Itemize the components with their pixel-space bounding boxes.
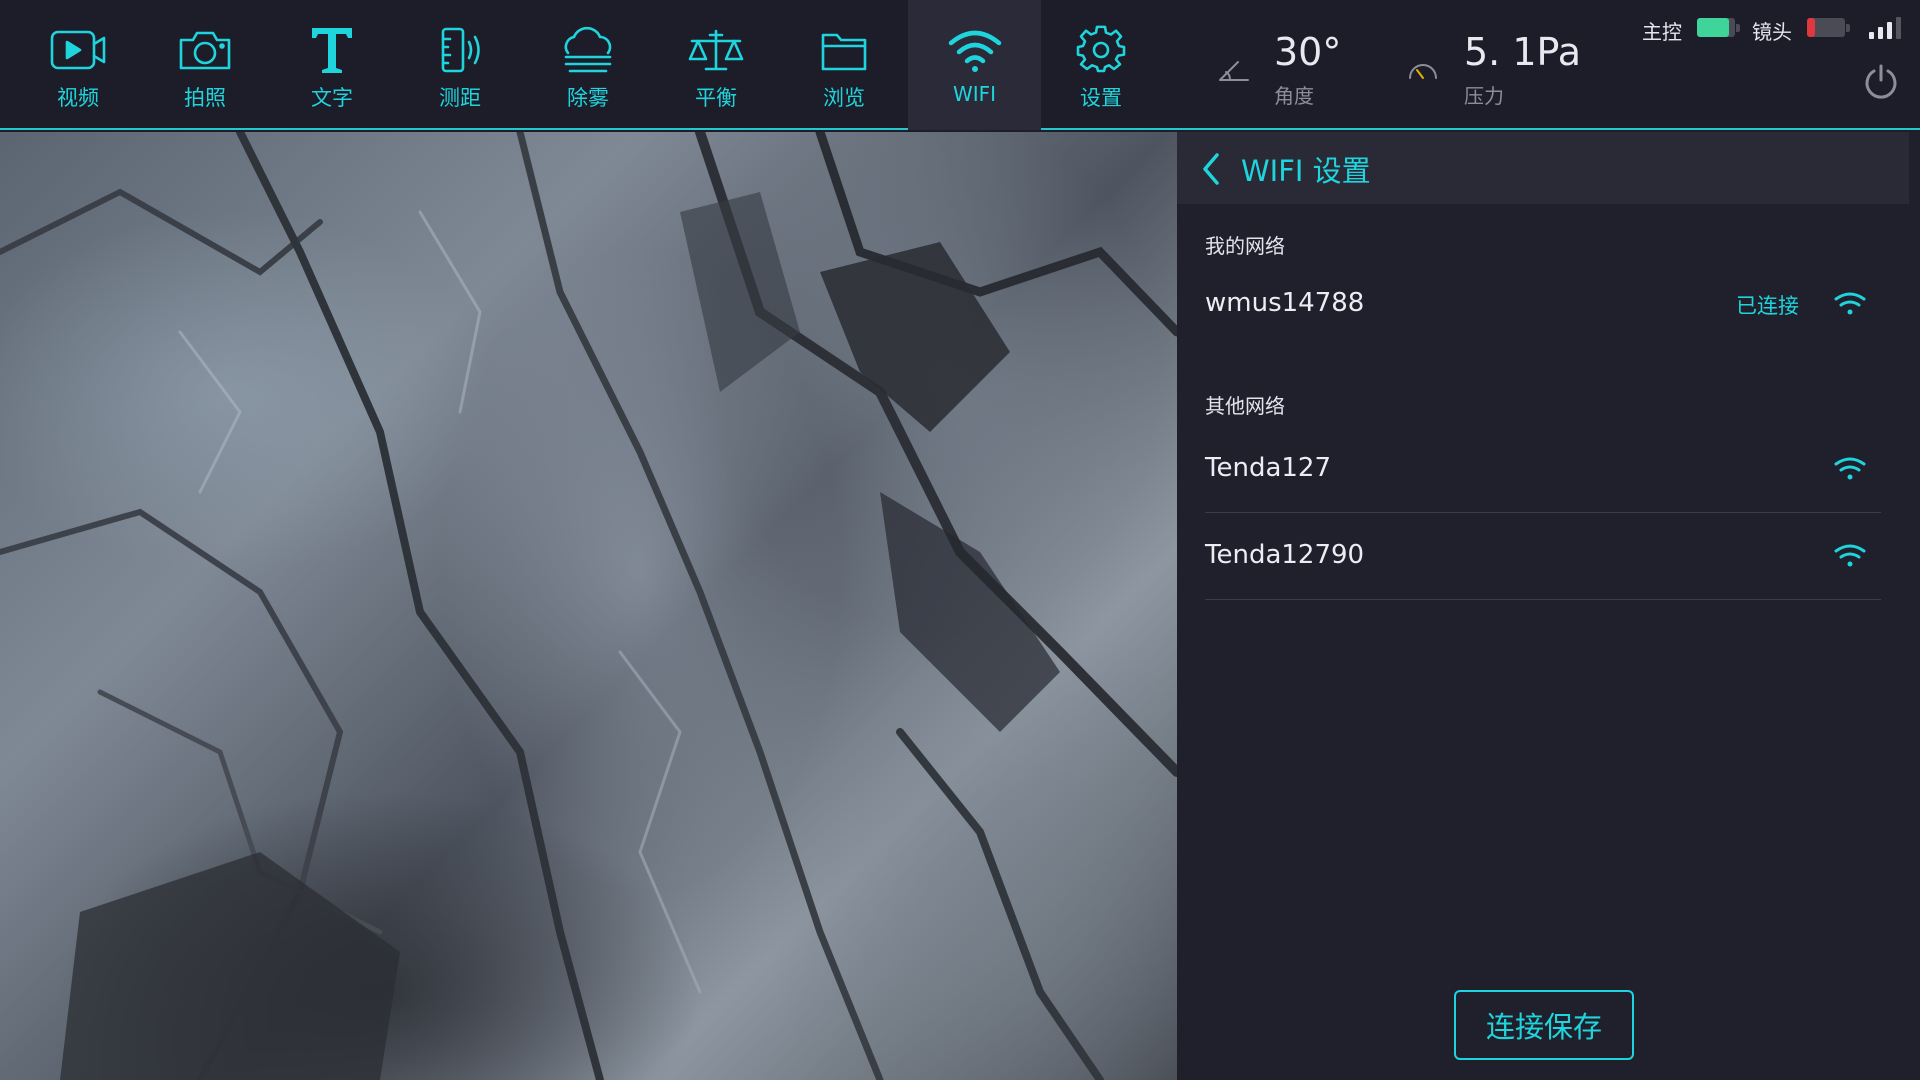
- toolbar-item-settings[interactable]: 设置: [1037, 0, 1165, 130]
- wifi-signal-icon: [1833, 455, 1867, 483]
- wifi-icon: [945, 22, 1005, 78]
- toolbar-label: WIFI: [952, 82, 997, 106]
- other-networks-title: 其他网络: [1205, 394, 1285, 418]
- toolbar-label: 浏览: [823, 86, 865, 110]
- angle-value: 30°: [1274, 30, 1342, 74]
- main-battery-icon: [1697, 18, 1740, 37]
- gear-icon: [1071, 22, 1131, 78]
- signal-bar: [1869, 32, 1874, 39]
- pressure-label: 压力: [1464, 84, 1504, 108]
- text-icon: [302, 22, 362, 78]
- chevron-left-icon: [1203, 153, 1219, 185]
- panel-title: WIFI 设置: [1241, 154, 1371, 188]
- top-toolbar: 视频 拍照 文字 测距 除雾 平衡 浏览 WIFI 设置 30° 角度 5. 1…: [0, 0, 1920, 130]
- signal-strength-icon: [1869, 17, 1909, 39]
- connect-save-button[interactable]: 连接保存: [1454, 990, 1634, 1060]
- signal-bar: [1878, 27, 1883, 39]
- wifi-signal-icon: [1833, 290, 1867, 318]
- angle-readout: 30° 角度: [1210, 0, 1380, 130]
- my-networks-title: 我的网络: [1205, 234, 1285, 258]
- toolbar-item-defog[interactable]: 除雾: [524, 0, 652, 130]
- toolbar-item-text[interactable]: 文字: [268, 0, 396, 130]
- toolbar-label: 设置: [1080, 86, 1122, 110]
- connection-status: 已连接: [1736, 294, 1799, 318]
- pressure-readout: 5. 1Pa 压力: [1400, 0, 1590, 130]
- network-row[interactable]: wmus14788 已连接: [1205, 262, 1881, 348]
- toolbar-label: 测距: [439, 86, 481, 110]
- network-name: Tenda12790: [1205, 540, 1365, 570]
- toolbar-item-browse[interactable]: 浏览: [780, 0, 908, 130]
- video-icon: [48, 22, 108, 78]
- signal-bar: [1896, 17, 1901, 39]
- defog-icon: [558, 22, 618, 78]
- toolbar-item-video[interactable]: 视频: [14, 0, 142, 130]
- angle-label: 角度: [1274, 84, 1314, 108]
- toolbar-label: 拍照: [184, 86, 226, 110]
- angle-icon: [1219, 61, 1249, 81]
- distance-icon: [430, 22, 490, 78]
- network-name: wmus14788: [1205, 288, 1365, 318]
- toolbar-label: 视频: [57, 86, 99, 110]
- back-button[interactable]: [1201, 152, 1221, 186]
- camera-icon: [175, 22, 235, 78]
- toolbar-item-distance[interactable]: 测距: [396, 0, 524, 130]
- panel-header: WIFI 设置: [1177, 132, 1909, 204]
- network-row[interactable]: Tenda127: [1205, 427, 1881, 513]
- lens-battery-icon: [1807, 18, 1850, 37]
- toolbar-item-balance[interactable]: 平衡: [652, 0, 780, 130]
- wifi-signal-icon: [1833, 542, 1867, 570]
- gauge-icon: [1409, 64, 1437, 79]
- main-battery-label: 主控: [1642, 20, 1682, 44]
- folder-icon: [814, 22, 874, 78]
- toolbar-item-photo[interactable]: 拍照: [141, 0, 269, 130]
- toolbar-item-wifi[interactable]: WIFI: [908, 0, 1041, 130]
- power-icon: [1865, 64, 1897, 99]
- toolbar-label: 除雾: [567, 86, 609, 110]
- balance-icon: [686, 22, 746, 78]
- camera-live-view: [0, 132, 1177, 1080]
- network-name: Tenda127: [1205, 453, 1332, 483]
- signal-bar: [1887, 22, 1892, 39]
- power-button[interactable]: [1862, 62, 1900, 100]
- toolbar-label: 平衡: [695, 86, 737, 110]
- toolbar-label: 文字: [311, 86, 353, 110]
- network-row[interactable]: Tenda12790: [1205, 514, 1881, 600]
- wifi-settings-panel: WIFI 设置 我的网络 wmus14788 已连接 其他网络 Tenda127…: [1177, 132, 1920, 1080]
- lens-battery-label: 镜头: [1752, 20, 1792, 44]
- pressure-value: 5. 1Pa: [1464, 30, 1582, 74]
